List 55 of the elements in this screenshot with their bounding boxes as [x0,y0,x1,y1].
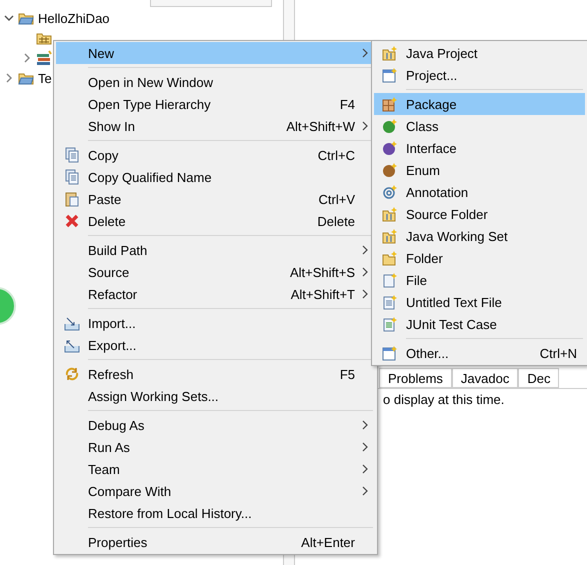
menu-item[interactable]: Project... [374,64,585,86]
menu-item[interactable]: Refactor Alt+Shift+T [56,283,375,305]
new-file-icon [382,272,398,288]
delete-icon [64,213,80,229]
menu-item[interactable]: Source Folder [374,203,585,225]
menu-item[interactable]: Import... [56,312,375,334]
view-tab[interactable]: Problems [379,368,452,388]
view-tab[interactable]: Javadoc [452,368,518,388]
view-tab[interactable]: Dec [518,368,560,388]
new-folder-icon [382,206,398,222]
import-icon [64,315,80,331]
menu-item[interactable]: Open in New Window [56,71,375,93]
menu-item[interactable]: Class [374,115,585,137]
menu-item[interactable]: Other... Ctrl+N [374,342,585,364]
refresh-icon [64,366,80,382]
menu-item[interactable]: Build Path [56,239,375,261]
new-window-icon [382,345,398,361]
chevron-down-icon[interactable] [4,13,14,23]
menu-item[interactable]: Package [374,93,585,115]
menu-item[interactable]: Properties Alt+Enter [56,531,375,553]
chevron-right-icon[interactable] [22,53,32,63]
menu-item[interactable]: File [374,269,585,291]
menu-item[interactable]: Run As [56,436,375,458]
new-folder-icon [382,45,398,61]
new-file-icon [382,316,398,332]
menu-item[interactable]: Show In Alt+Shift+W [56,115,375,137]
menu-item[interactable]: Source Alt+Shift+S [56,261,375,283]
library-books-icon [36,50,52,66]
menu-item[interactable]: Compare With [56,480,375,502]
menu-item[interactable]: Java Working Set [374,225,585,247]
package-icon [382,96,398,112]
menu-item[interactable]: Delete Delete [56,210,375,232]
copy-icon [64,147,80,163]
menu-item[interactable]: Debug As [56,414,375,436]
menu-item[interactable]: Untitled Text File [374,291,585,313]
menu-item[interactable]: Restore from Local History... [56,502,375,524]
menu-item[interactable]: Interface [374,137,585,159]
menu-item[interactable]: Export... [56,334,375,356]
menu-item[interactable]: Annotation [374,181,585,203]
menu-item[interactable]: JUnit Test Case [374,313,585,335]
menu-item[interactable]: Open Type Hierarchy F4 [56,93,375,115]
new-folder-icon [382,228,398,244]
tree-item-label[interactable]: HelloZhiDao [38,10,110,26]
new-file-icon [382,294,398,310]
chevron-right-icon[interactable] [4,73,14,83]
copy-icon [64,169,80,185]
clipboard-icon [64,191,80,207]
menu-item[interactable]: Team [56,458,375,480]
new-folder-icon [382,250,398,266]
new-window-icon [382,67,398,83]
tree-item-label[interactable]: Te [38,70,52,86]
menu-item[interactable]: Java Project [374,42,585,64]
menu-item[interactable]: Enum [374,159,585,181]
menu-item[interactable]: Refresh F5 [56,363,375,385]
menu-item[interactable]: Folder [374,247,585,269]
